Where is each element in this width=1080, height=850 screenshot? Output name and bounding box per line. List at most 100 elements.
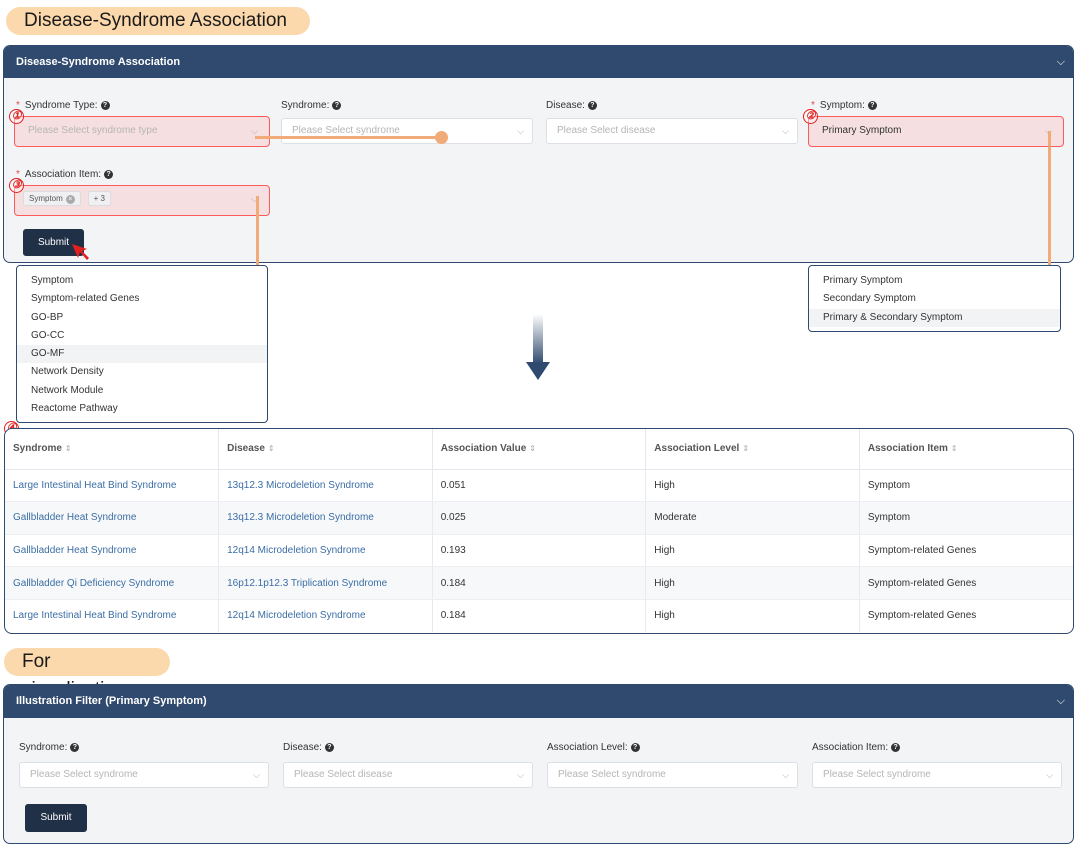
help-icon: ? [104, 169, 114, 179]
symptom-label: Symptom: [819, 99, 865, 111]
disease-link[interactable]: 16p12.1p12.3 Triplication Syndrome [218, 566, 433, 600]
disease-link[interactable]: 13q12.3 Microdeletion Syndrome [218, 469, 433, 503]
arrow-down-icon [526, 314, 550, 380]
help-icon: ? [630, 742, 640, 752]
association-value-cell: 0.184 [432, 566, 647, 600]
chevron-down-icon[interactable]: ⌵ [1057, 46, 1065, 78]
association-item-cell: Symptom-related Genes [867, 610, 977, 622]
column-label: Syndrome [13, 443, 62, 455]
tag-label: Symptom [29, 193, 63, 203]
syndrome-field: Syndrome:? [281, 98, 342, 112]
association-level-cell: High [645, 566, 860, 600]
association-item-cell: Symptom-related Genes [859, 566, 1073, 600]
association-item-cell: Symptom [859, 469, 1073, 503]
close-icon[interactable]: × [65, 194, 75, 204]
chevron-down-icon: ⌵ [517, 770, 524, 780]
disease-placeholder: Please Select disease [557, 125, 656, 136]
sort-icon[interactable]: ⇕ [65, 444, 72, 453]
syndrome-type-select[interactable]: Please Select syndrome type ⌵ [17, 118, 267, 144]
help-icon: ? [70, 742, 80, 752]
disease-link[interactable]: 12q14 Microdeletion Syndrome [218, 599, 433, 632]
disease-field: Disease:? [546, 98, 597, 112]
filter-association-level-label: Association Level: [547, 741, 628, 753]
syndrome-link[interactable]: Large Intestinal Heat Bind Syndrome [5, 469, 220, 503]
illustration-filter-panel: Illustration Filter (Primary Symptom) ⌵ … [3, 684, 1074, 844]
marker-1: ① [9, 109, 24, 124]
filter-syndrome-field: Syndrome:? [19, 740, 80, 754]
syndrome-link[interactable]: Gallbladder Heat Syndrome [5, 501, 220, 535]
syndrome-link[interactable]: Gallbladder Qi Deficiency Syndrome [5, 566, 220, 600]
association-item-cell: Symptom-related Genes [859, 534, 1073, 568]
table-header-row: Syndrome ⇕ Disease ⇕ Association Value ⇕ As… [5, 429, 1073, 470]
disease-select[interactable]: Please Select disease ⌵ [546, 118, 798, 144]
connector-syndrome-type [255, 136, 442, 139]
chevron-down-icon: ⌵ [253, 770, 260, 780]
sort-icon[interactable]: ⇕ [268, 444, 275, 453]
dropdown-option[interactable]: Symptom-related Genes [17, 290, 267, 308]
syndrome-link[interactable]: Large Intestinal Heat Bind Syndrome [5, 599, 220, 632]
dropdown-option[interactable]: Reactome Pathway [17, 400, 267, 418]
table-row: Large Intestinal Heat Bind Syndrome 13q1… [5, 469, 1073, 503]
filter-association-item-select[interactable]: Please Select syndrome ⌵ [812, 762, 1062, 788]
dropdown-option[interactable]: Primary & Secondary Symptom [809, 308, 1060, 327]
chevron-down-icon: ⌵ [782, 126, 789, 136]
help-icon: ? [891, 742, 901, 752]
symptom-dropdown: Primary Symptom Secondary Symptom Primar… [808, 265, 1061, 332]
syndrome-label: Syndrome: [281, 99, 330, 111]
filter-disease-select[interactable]: Please Select disease ⌵ [283, 762, 533, 788]
symptom-value: Primary Symptom [822, 125, 902, 136]
sort-icon[interactable]: ⇕ [742, 444, 749, 453]
syndrome-select[interactable]: Please Select syndrome ⌵ [281, 118, 533, 144]
dropdown-option[interactable]: Primary Symptom [809, 272, 1060, 290]
sort-icon[interactable]: ⇕ [529, 444, 536, 453]
help-icon: ? [332, 100, 342, 110]
column-label: Association Value [440, 443, 527, 455]
filter-syndrome-select[interactable]: Please Select syndrome ⌵ [19, 762, 269, 788]
section-title-visualization: For visualization [4, 648, 170, 700]
column-header-association-value[interactable]: Association Value ⇕ [432, 429, 647, 470]
panel-header-title: Disease-Syndrome Association [16, 56, 181, 68]
dropdown-option[interactable]: GO-BP [17, 309, 267, 327]
filter-association-level-select[interactable]: Please Select syndrome ⌵ [547, 762, 798, 788]
disease-link[interactable]: 13q12.3 Microdeletion Syndrome [218, 501, 433, 535]
association-item-dropdown: Symptom Symptom-related Genes GO-BP GO-C… [16, 265, 268, 423]
filter-disease-field: Disease:? [283, 740, 334, 754]
syndrome-type-label: Syndrome Type: [24, 99, 98, 111]
connector-dot [435, 131, 448, 144]
dropdown-option[interactable]: GO-MF [17, 345, 267, 364]
symptom-field: * Symptom:? [811, 98, 877, 112]
panel-header-title: Illustration Filter (Primary Symptom) [16, 695, 207, 707]
association-item-label: Association Item: [24, 168, 102, 180]
symptom-select[interactable]: Primary Symptom ⌵ [811, 118, 1061, 144]
illustration-filter-header[interactable]: Illustration Filter (Primary Symptom) ⌵ [4, 685, 1073, 718]
dropdown-option[interactable]: Network Density [17, 363, 267, 381]
disease-link[interactable]: 12q14 Microdeletion Syndrome [218, 534, 433, 568]
column-header-association-item[interactable]: Association Item ⇕ [859, 429, 1073, 470]
column-label: Association Item [867, 443, 948, 455]
table-row: Large Intestinal Heat Bind Syndrome 12q1… [5, 599, 1073, 632]
marker-3: ③ [9, 178, 24, 193]
section-title-association: Disease-Syndrome Association [6, 7, 310, 35]
chevron-down-icon[interactable]: ⌵ [1057, 685, 1065, 718]
column-header-syndrome[interactable]: Syndrome ⇕ [5, 429, 220, 470]
association-item-select[interactable]: Symptom × + 3 ⌵ [17, 187, 267, 213]
filter-submit-button[interactable]: Submit [25, 804, 87, 832]
association-item-cell: Symptom [859, 501, 1073, 535]
association-level-cell: High [645, 599, 860, 632]
association-item-field: * Association Item:? [16, 167, 114, 181]
filter-association-level-placeholder: Please Select syndrome [558, 769, 666, 780]
sort-icon[interactable]: ⇕ [951, 444, 958, 453]
dropdown-option[interactable]: Symptom [17, 272, 267, 290]
column-header-disease[interactable]: Disease ⇕ [218, 429, 433, 470]
dropdown-option[interactable]: Secondary Symptom [809, 290, 1060, 308]
filter-association-level-field: Association Level:? [547, 740, 640, 754]
association-value-cell: 0.025 [432, 501, 647, 535]
syndrome-link[interactable]: Gallbladder Heat Syndrome [5, 534, 220, 568]
column-header-association-level[interactable]: Association Level ⇕ [645, 429, 860, 470]
association-panel-header[interactable]: Disease-Syndrome Association ⌵ [4, 46, 1073, 78]
help-icon: ? [867, 100, 877, 110]
help-icon: ? [587, 100, 597, 110]
dropdown-option[interactable]: GO-CC [17, 327, 267, 345]
filter-association-item-field: Association Item:? [812, 740, 901, 754]
dropdown-option[interactable]: Network Module [17, 382, 267, 400]
